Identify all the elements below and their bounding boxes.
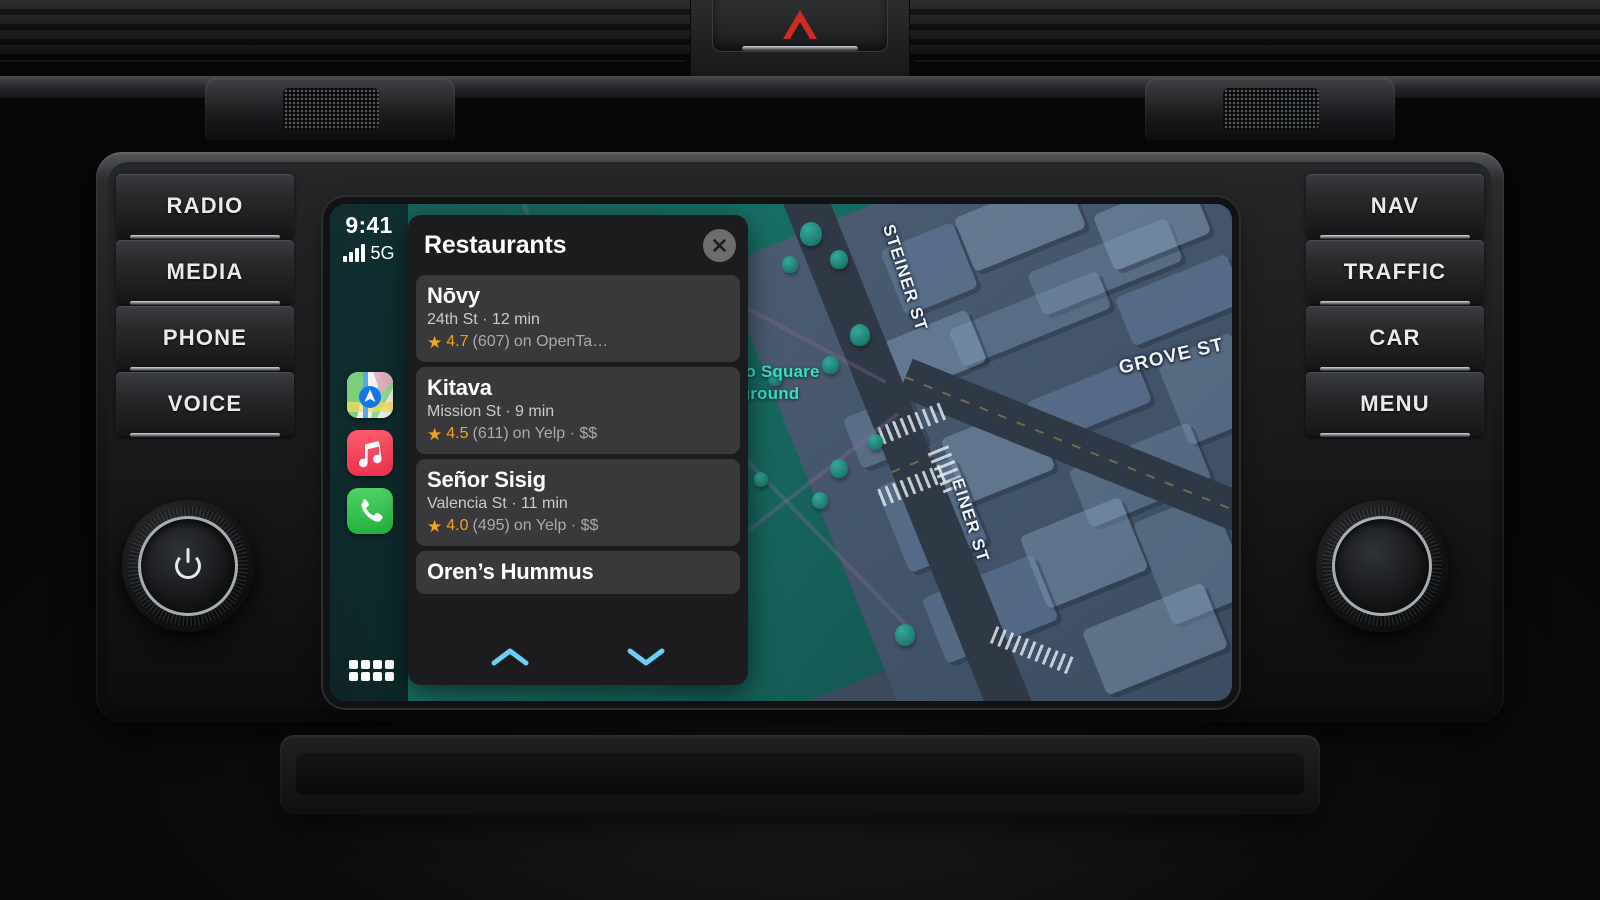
hardkey-column-right: NAV TRAFFIC CAR MENU: [1306, 174, 1484, 439]
hardkey-label: CAR: [1369, 325, 1421, 350]
hardkey-label: MENU: [1360, 391, 1430, 416]
restaurant-list-item[interactable]: Oren’s Hummus: [416, 551, 740, 594]
hardkey-phone[interactable]: PHONE: [116, 306, 294, 371]
restaurant-rating: ★ 4.7 (607) on OpenTa…: [427, 331, 729, 353]
car-dashboard: RADIO MEDIA PHONE VOICE NAV TRAFFIC CAR: [0, 0, 1600, 900]
review-count: (611): [472, 425, 509, 442]
list-pager: [408, 629, 748, 685]
review-count: (495): [472, 517, 510, 534]
restaurant-name: Kitava: [427, 375, 492, 400]
speaker-pod-left: [205, 78, 455, 140]
phone-handset-icon: [361, 499, 383, 522]
hardkey-label: PHONE: [162, 325, 248, 350]
hazard-button-highlight: [742, 46, 858, 51]
rating-source: on Yelp · $$: [512, 425, 598, 442]
hardkey-car[interactable]: CAR: [1306, 306, 1484, 371]
restaurant-subtitle: Mission St · 9 min: [427, 403, 555, 420]
hardkey-voice[interactable]: VOICE: [116, 372, 294, 437]
rating-source: on Yelp · $$: [513, 517, 599, 534]
restaurants-panel: Restaurants Nōvy 24th St · 12 min ★ 4.7 …: [408, 215, 748, 685]
restaurant-list-item[interactable]: Señor Sisig Valencia St · 11 min ★ 4.0 (…: [416, 459, 740, 546]
panel-title: Restaurants: [424, 230, 567, 259]
power-volume-knob[interactable]: [122, 500, 254, 632]
power-icon: [175, 553, 201, 579]
maps-app-icon[interactable]: [347, 372, 393, 418]
rating-score: 4.5: [446, 425, 469, 442]
signal-strength-icon: [343, 244, 366, 262]
hardkey-media[interactable]: MEDIA: [116, 240, 294, 305]
restaurant-list-item[interactable]: Nōvy 24th St · 12 min ★ 4.7 (607) on Ope…: [416, 275, 740, 362]
speaker-pod-right: [1145, 78, 1395, 140]
status-bar: 9:41 5G: [330, 212, 408, 262]
speaker-mesh: [1223, 88, 1319, 130]
scroll-up-button[interactable]: [489, 645, 531, 669]
lower-console-tray: [280, 735, 1320, 815]
hardkey-label: MEDIA: [166, 259, 244, 284]
carplay-screen[interactable]: STEINER ST GROVE ST EINER ST mo Square y…: [330, 204, 1232, 701]
star-icon: ★: [427, 332, 443, 352]
music-note-icon: [359, 441, 382, 468]
all-apps-grid-button[interactable]: [349, 660, 394, 681]
clock: 9:41: [345, 212, 393, 238]
hardkey-label: VOICE: [167, 391, 243, 416]
hardkey-label: RADIO: [166, 193, 244, 218]
phone-app-icon[interactable]: [347, 488, 393, 534]
air-vent-left: [0, 0, 690, 62]
rating-source: on OpenTa…: [513, 333, 609, 350]
star-icon: ★: [427, 424, 443, 444]
speaker-mesh: [283, 88, 379, 130]
carplay-sidebar: 9:41 5G: [330, 204, 408, 701]
hazard-triangle-icon: [783, 9, 817, 39]
close-icon[interactable]: [703, 229, 736, 262]
restaurant-results-list[interactable]: Nōvy 24th St · 12 min ★ 4.7 (607) on Ope…: [408, 275, 748, 629]
restaurant-subtitle: Valencia St · 11 min: [427, 495, 568, 512]
review-count: (607): [472, 333, 510, 350]
scroll-down-button[interactable]: [625, 645, 667, 669]
restaurant-rating: ★ 4.0 (495) on Yelp · $$: [427, 515, 729, 537]
music-app-icon[interactable]: [347, 430, 393, 476]
hardkey-label: NAV: [1370, 193, 1420, 218]
panel-header: Restaurants: [408, 215, 748, 275]
hardkey-traffic[interactable]: TRAFFIC: [1306, 240, 1484, 305]
hardkey-label: TRAFFIC: [1343, 259, 1447, 284]
hardkey-nav[interactable]: NAV: [1306, 174, 1484, 239]
restaurant-rating: ★ 4.5 (611) on Yelp · $$: [427, 423, 729, 445]
hardkey-menu[interactable]: MENU: [1306, 372, 1484, 437]
rating-score: 4.0: [446, 517, 469, 534]
rating-score: 4.7: [446, 333, 469, 350]
air-vent-right: [910, 0, 1600, 62]
restaurant-list-item[interactable]: Kitava Mission St · 9 min ★ 4.5 (611) on…: [416, 367, 740, 454]
restaurant-name: Señor Sisig: [427, 467, 546, 492]
hardkey-column-left: RADIO MEDIA PHONE VOICE: [116, 174, 294, 439]
network-type-label: 5G: [370, 243, 395, 263]
star-icon: ★: [427, 516, 443, 536]
hardkey-radio[interactable]: RADIO: [116, 174, 294, 239]
hazard-light-button[interactable]: [712, 0, 888, 52]
maps-glyph: [347, 372, 393, 418]
tune-knob[interactable]: [1316, 500, 1448, 632]
restaurant-subtitle: 24th St · 12 min: [427, 311, 540, 328]
restaurant-name: Nōvy: [427, 283, 480, 308]
restaurant-name: Oren’s Hummus: [427, 559, 594, 584]
